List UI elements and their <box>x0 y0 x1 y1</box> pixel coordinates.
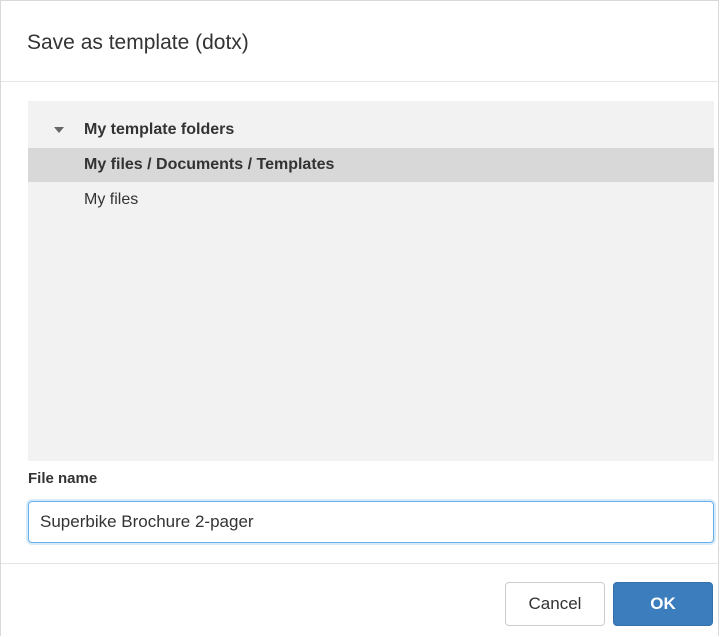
tree-item-label: My files / Documents / Templates <box>84 156 335 173</box>
tree-item-my-template-folders[interactable]: My template folders <box>28 113 714 147</box>
dialog-header: Save as template (dotx) <box>1 1 718 82</box>
tree-item-label: My files <box>84 191 139 208</box>
save-as-template-dialog: Save as template (dotx) My template fold… <box>0 0 719 636</box>
tree-item-label: My template folders <box>84 121 235 138</box>
file-name-input[interactable] <box>28 501 714 543</box>
dialog-title: Save as template (dotx) <box>27 31 249 54</box>
file-name-label: File name <box>28 470 98 487</box>
folder-tree-panel: My template folders My files / Documents… <box>28 101 714 461</box>
tree-item-my-files[interactable]: My files <box>28 183 714 217</box>
caret-down-icon[interactable] <box>52 113 66 147</box>
ok-button[interactable]: OK <box>613 582 713 626</box>
tree-item-templates-folder[interactable]: My files / Documents / Templates <box>28 148 714 182</box>
footer-divider <box>1 563 718 564</box>
cancel-button[interactable]: Cancel <box>505 582 605 626</box>
